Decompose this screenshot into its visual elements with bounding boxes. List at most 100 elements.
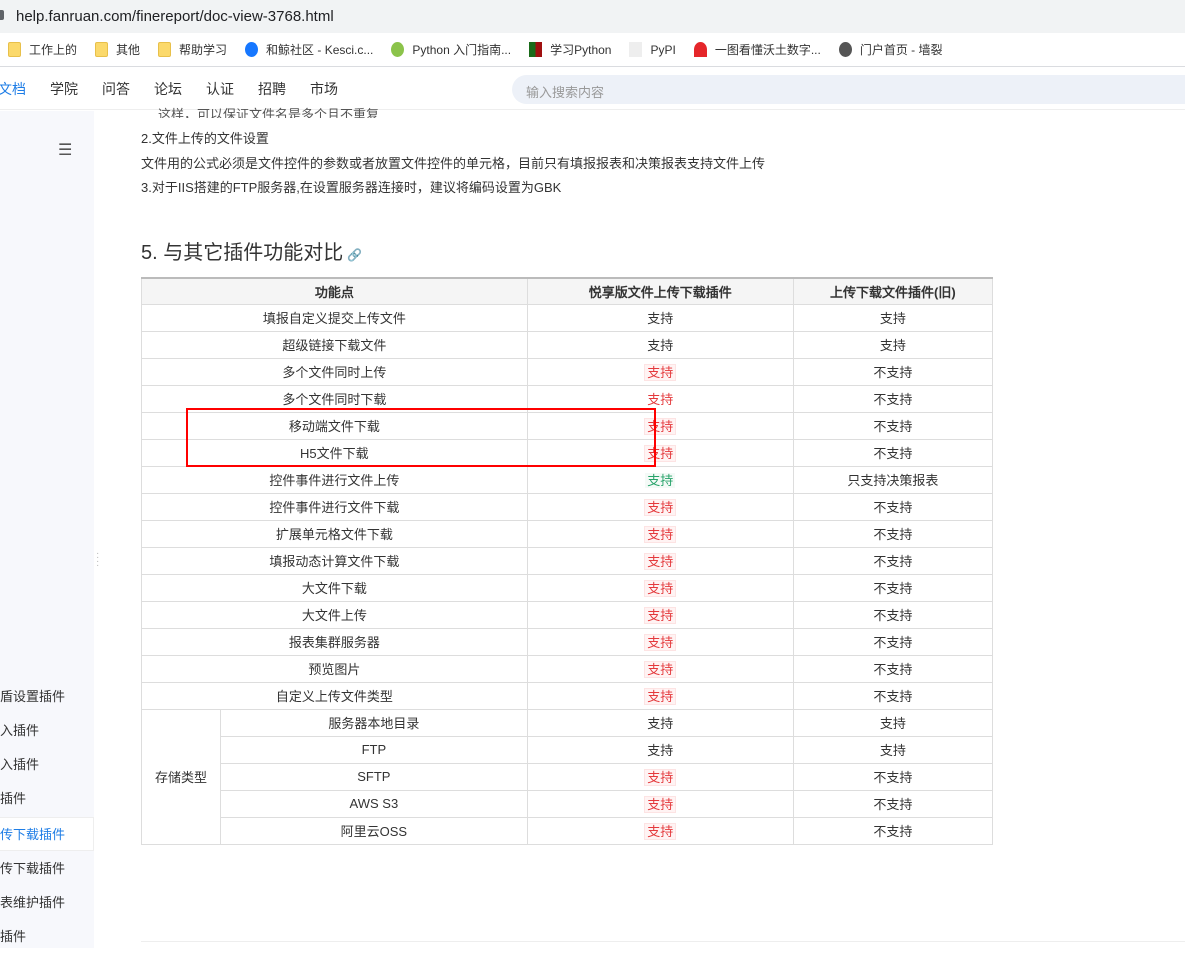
sidebar-item[interactable]: 插件 bbox=[0, 920, 94, 954]
old-plugin-cell: 不支持 bbox=[792, 762, 994, 791]
new-plugin-cell: 支持 bbox=[526, 357, 794, 386]
new-plugin-cell: 支持 bbox=[526, 600, 794, 629]
table-row: AWS S3 支持 不支持 bbox=[142, 789, 994, 818]
divider bbox=[141, 941, 1185, 942]
new-plugin-cell: 支持 bbox=[526, 762, 794, 791]
nav-item[interactable]: 认证 bbox=[206, 79, 234, 99]
paragraph-line: 文件用的公式必须是文件控件的参数或者放置文件控件的单元格，目前只有填报报表和决策… bbox=[141, 156, 766, 171]
highlight-box bbox=[186, 408, 656, 467]
table-row: 阿里云OSS 支持 不支持 bbox=[142, 816, 994, 845]
table-row: 大文件下载 支持 不支持 bbox=[141, 573, 994, 602]
nav-item[interactable]: 问答 bbox=[102, 79, 130, 99]
old-plugin-cell: 不支持 bbox=[792, 573, 994, 602]
sidebar-item[interactable]: 插件 bbox=[0, 782, 94, 816]
nav-item[interactable]: 学院 bbox=[50, 79, 78, 99]
nav-item[interactable]: 文档 bbox=[0, 79, 26, 99]
old-plugin-cell: 不支持 bbox=[792, 411, 994, 440]
nav-item[interactable]: 招聘 bbox=[258, 79, 286, 99]
old-plugin-cell: 不支持 bbox=[792, 681, 994, 710]
feature-cell: AWS S3 bbox=[220, 789, 528, 818]
support-badge: 支持 bbox=[644, 796, 677, 813]
bookmark-label: 和鲸社区 - Kesci.c... bbox=[266, 43, 374, 57]
bookmark[interactable]: 门户首页 - 墙裂 bbox=[838, 41, 943, 58]
bookmark[interactable]: Python 入门指南... bbox=[391, 41, 511, 58]
bookmark[interactable]: 工作上的 bbox=[8, 41, 77, 58]
feature-cell: FTP bbox=[220, 735, 528, 764]
support-badge: 支持 bbox=[644, 526, 677, 543]
feature-cell: 扩展单元格文件下载 bbox=[141, 519, 528, 548]
table-row: SFTP 支持 不支持 bbox=[142, 762, 994, 791]
bookmarks-bar: 工作上的 其他 帮助学习 和鲸社区 - Kesci.c... Python 入门指南..… bbox=[0, 33, 1185, 67]
nav-item[interactable]: 市场 bbox=[310, 79, 338, 99]
resize-handle[interactable]: · · · · bbox=[96, 549, 99, 571]
old-plugin-cell: 支持 bbox=[792, 735, 994, 764]
folder-icon bbox=[95, 42, 109, 57]
header-feature: 功能点 bbox=[141, 277, 528, 305]
support-badge: 支持 bbox=[644, 553, 677, 570]
comparison-table: 功能点 悦享版文件上传下载插件 上传下载文件插件(旧) 填报自定义提交上传文件支… bbox=[141, 277, 994, 845]
old-plugin-cell: 不支持 bbox=[792, 789, 994, 818]
bookmark-label: 门户首页 - 墙裂 bbox=[859, 43, 943, 57]
section-heading: 5. 与其它插件功能对比 🔗 bbox=[141, 236, 362, 265]
new-plugin-cell: 支持 bbox=[526, 789, 794, 818]
table-row: 报表集群服务器 支持 不支持 bbox=[141, 627, 994, 656]
bookmark[interactable]: 和鲸社区 - Kesci.c... bbox=[245, 41, 373, 58]
feature-cell: 填报自定义提交上传文件 bbox=[141, 303, 528, 332]
header-new-plugin: 悦享版文件上传下载插件 bbox=[526, 277, 794, 305]
feature-cell: 超级链接下载文件 bbox=[141, 330, 528, 359]
bookmark-label: Python 入门指南... bbox=[412, 43, 512, 57]
table-row: 填报自定义提交上传文件 支持 支持 bbox=[141, 303, 994, 332]
support-badge: 支持 bbox=[644, 769, 677, 786]
url-text[interactable]: help.fanruan.com/finereport/doc-view-376… bbox=[16, 8, 334, 25]
menu-icon[interactable]: ☰ bbox=[58, 140, 72, 160]
old-plugin-cell: 不支持 bbox=[792, 357, 994, 386]
feature-cell: 控件事件进行文件上传 bbox=[141, 465, 528, 494]
feature-cell: 大文件上传 bbox=[141, 600, 528, 629]
support-badge: 支持 bbox=[644, 661, 677, 678]
feature-cell: 报表集群服务器 bbox=[141, 627, 528, 656]
bookmark-label: 其他 bbox=[116, 43, 141, 57]
address-bar[interactable]: help.fanruan.com/finereport/doc-view-376… bbox=[0, 0, 1185, 33]
new-plugin-cell: 支持 bbox=[526, 546, 794, 575]
old-plugin-cell: 不支持 bbox=[792, 492, 994, 521]
sidebar-item[interactable]: 传下载插件 bbox=[0, 817, 94, 851]
old-plugin-cell: 不支持 bbox=[792, 627, 994, 656]
table-row: 存储类型 服务器本地目录 支持 支持 bbox=[141, 708, 994, 845]
feature-cell: 阿里云OSS bbox=[220, 816, 528, 845]
lock-icon bbox=[0, 10, 4, 20]
new-plugin-cell: 支持 bbox=[526, 519, 794, 548]
heading-text: 5. 与其它插件功能对比 bbox=[141, 242, 344, 264]
table-row: 填报动态计算文件下载 支持 不支持 bbox=[141, 546, 994, 575]
paragraph-line: 这样，可以保证文件名是多个且不重复 bbox=[158, 107, 380, 118]
sidebar-item[interactable]: 盾设置插件 bbox=[0, 680, 94, 714]
new-plugin-cell: 支持 bbox=[526, 816, 794, 845]
support-badge: 支持 bbox=[644, 634, 677, 651]
bookmark-label: 学习Python bbox=[550, 43, 612, 57]
huawei-icon bbox=[693, 42, 707, 57]
sidebar-item[interactable]: 表维护插件 bbox=[0, 886, 94, 920]
new-plugin-cell: 支持 bbox=[526, 330, 794, 359]
new-plugin-cell: 支持 bbox=[526, 573, 794, 602]
bookmark[interactable]: PyPI bbox=[629, 42, 676, 57]
bookmark[interactable]: 一图看懂沃土数字... bbox=[693, 41, 821, 58]
old-plugin-cell: 不支持 bbox=[792, 519, 994, 548]
header-old-plugin: 上传下载文件插件(旧) bbox=[792, 277, 994, 305]
support-badge: 支持 bbox=[647, 743, 674, 758]
bookmark[interactable]: 学习Python bbox=[529, 41, 611, 58]
new-plugin-cell: 支持 bbox=[526, 627, 794, 656]
bookmark[interactable]: 帮助学习 bbox=[158, 41, 227, 58]
nav-item[interactable]: 论坛 bbox=[154, 79, 182, 99]
search-input[interactable]: 输入搜索内容 bbox=[512, 75, 1185, 104]
sidebar-item[interactable]: 入插件 bbox=[0, 714, 94, 748]
anchor-link-icon[interactable]: 🔗 bbox=[347, 248, 362, 262]
old-plugin-cell: 不支持 bbox=[792, 816, 994, 845]
sidebar-item[interactable]: 传下载插件 bbox=[0, 852, 94, 886]
support-badge: 支持 bbox=[647, 392, 674, 407]
support-badge: 支持 bbox=[644, 823, 677, 840]
feature-cell: SFTP bbox=[220, 762, 528, 791]
pypi-icon bbox=[629, 42, 643, 57]
new-plugin-cell: 支持 bbox=[526, 492, 794, 521]
sidebar-item[interactable]: 入插件 bbox=[0, 748, 94, 782]
bookmark[interactable]: 其他 bbox=[95, 41, 140, 58]
new-plugin-cell: 支持 bbox=[526, 654, 794, 683]
